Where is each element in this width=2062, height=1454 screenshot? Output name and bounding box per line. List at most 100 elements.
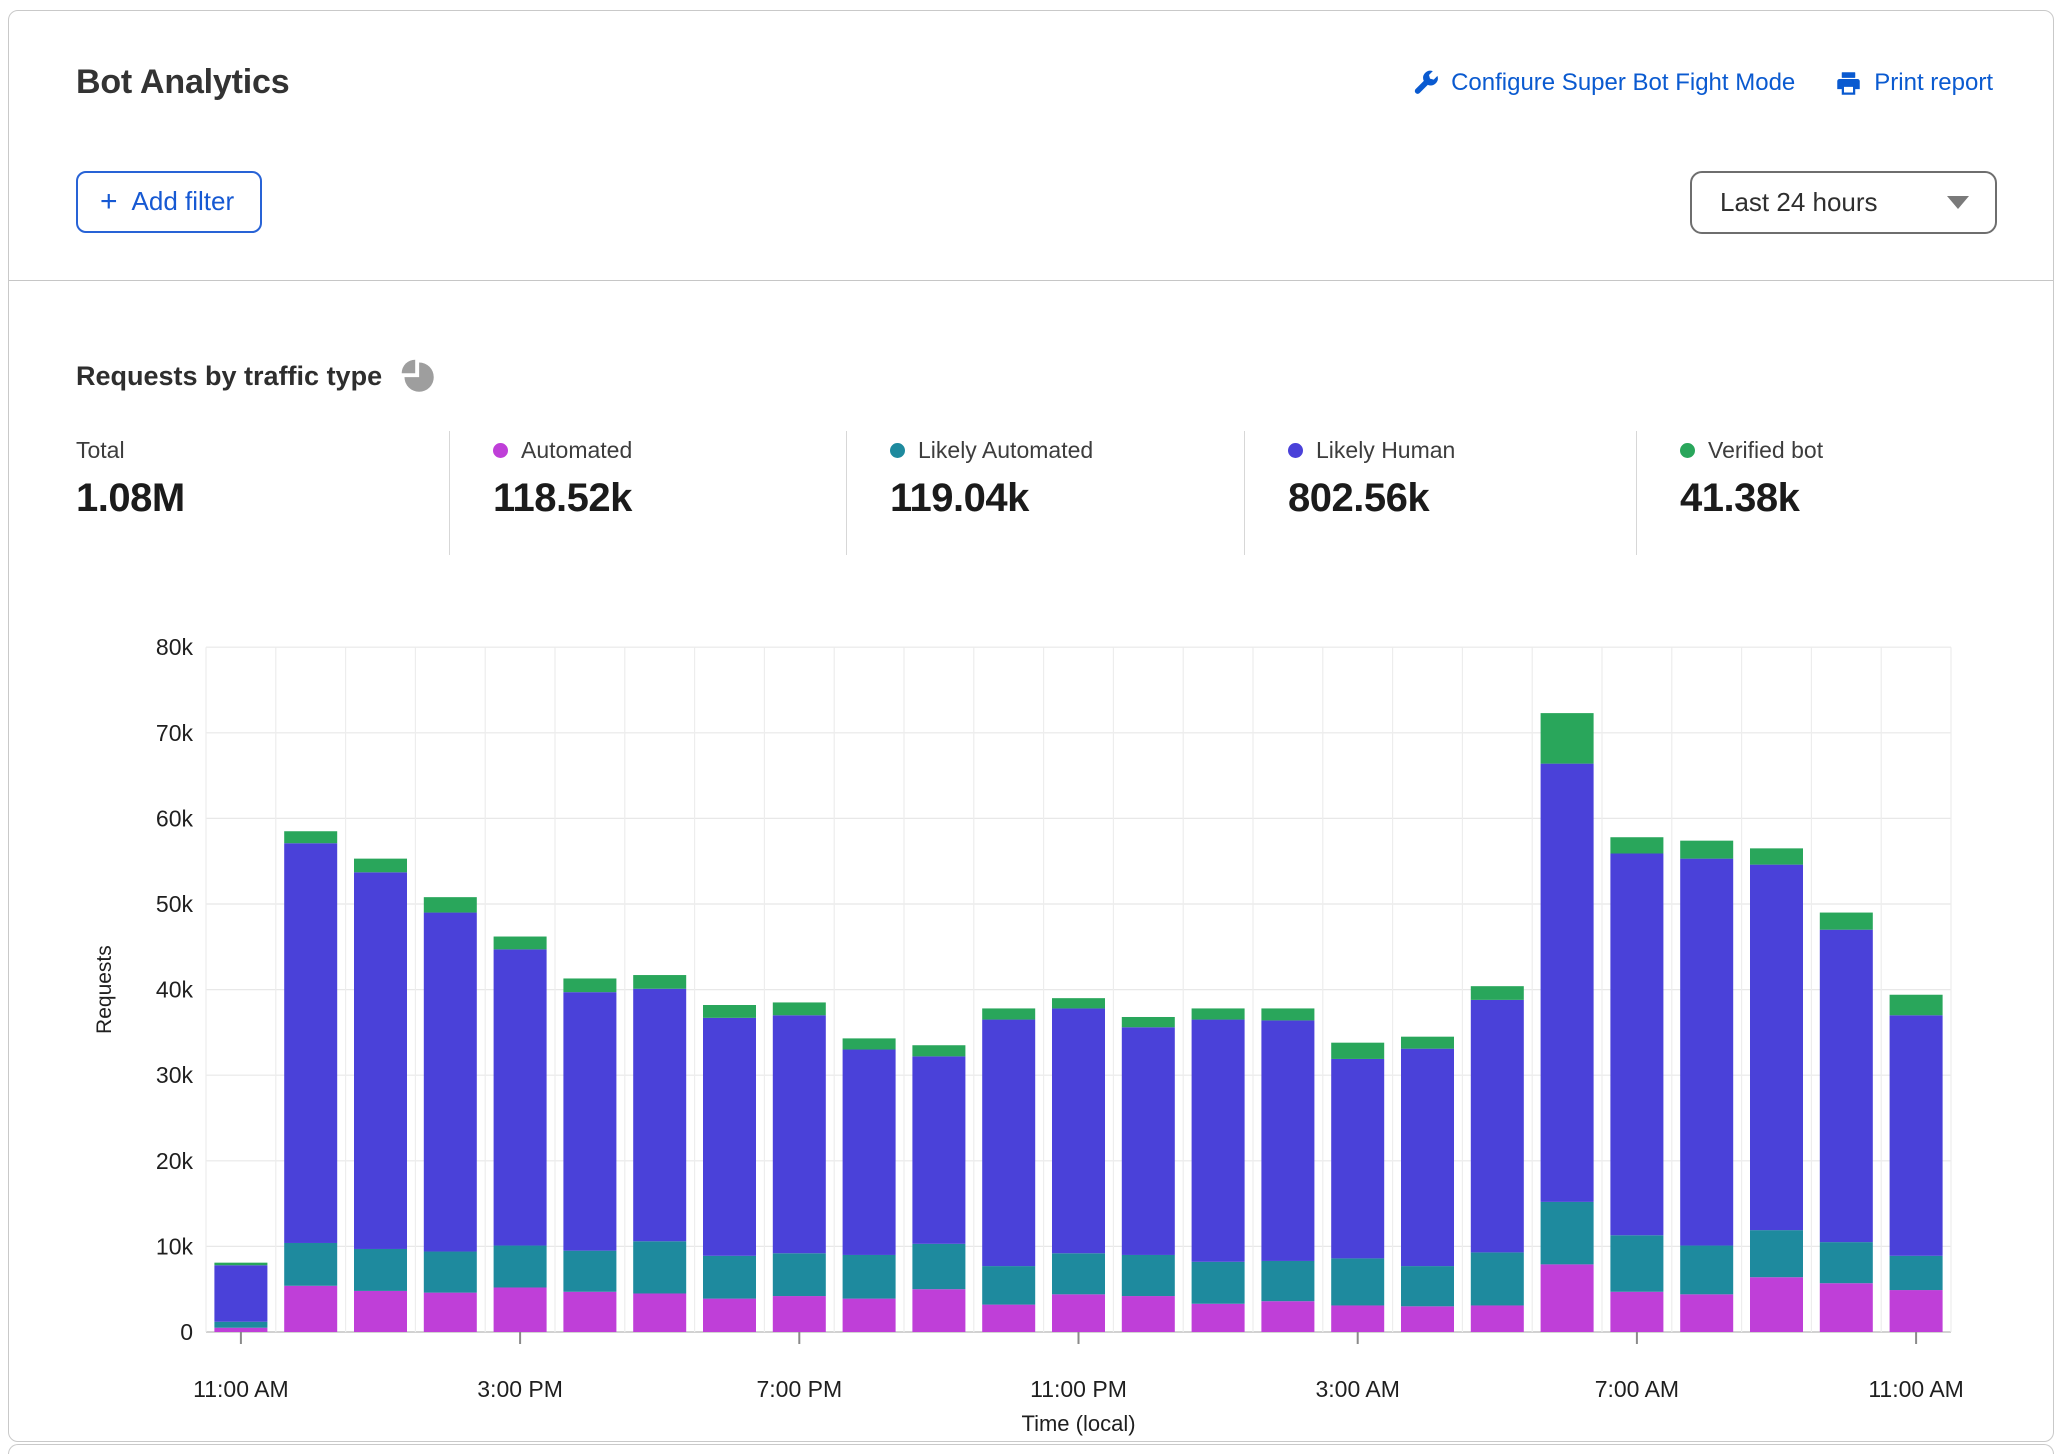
bar-segment-automated[interactable]	[843, 1299, 896, 1332]
bar-segment-automated[interactable]	[1820, 1283, 1873, 1332]
bar-segment-verified-bot[interactable]	[354, 859, 407, 873]
bar-segment-automated[interactable]	[494, 1287, 547, 1332]
bar-segment-likely-automated[interactable]	[214, 1322, 267, 1328]
bar-segment-likely-automated[interactable]	[1122, 1255, 1175, 1296]
bar-segment-likely-automated[interactable]	[1610, 1235, 1663, 1291]
bar-segment-likely-human[interactable]	[1680, 859, 1733, 1246]
bar-segment-likely-human[interactable]	[424, 913, 477, 1252]
bar-segment-automated[interactable]	[703, 1299, 756, 1332]
bar-segment-verified-bot[interactable]	[284, 831, 337, 843]
bar-segment-likely-automated[interactable]	[1052, 1253, 1105, 1294]
bar-segment-likely-human[interactable]	[284, 843, 337, 1243]
bar-segment-likely-human[interactable]	[1610, 853, 1663, 1235]
bar-segment-verified-bot[interactable]	[1331, 1043, 1384, 1059]
bar-segment-likely-automated[interactable]	[912, 1244, 965, 1289]
bar-segment-verified-bot[interactable]	[1261, 1008, 1314, 1020]
bar-segment-likely-human[interactable]	[1261, 1020, 1314, 1261]
bar-segment-automated[interactable]	[1052, 1294, 1105, 1332]
bar-segment-likely-automated[interactable]	[1541, 1202, 1594, 1264]
bar-segment-likely-automated[interactable]	[1401, 1266, 1454, 1306]
configure-super-bot-fight-mode-link[interactable]: Configure Super Bot Fight Mode	[1412, 69, 1795, 97]
bar-segment-verified-bot[interactable]	[703, 1005, 756, 1018]
bar-segment-likely-automated[interactable]	[284, 1243, 337, 1286]
bar-segment-automated[interactable]	[1541, 1264, 1594, 1332]
bar-segment-verified-bot[interactable]	[424, 897, 477, 912]
bar-segment-verified-bot[interactable]	[1820, 913, 1873, 930]
add-filter-button[interactable]: + Add filter	[76, 171, 262, 233]
bar-segment-likely-human[interactable]	[1122, 1027, 1175, 1255]
bar-segment-verified-bot[interactable]	[982, 1008, 1035, 1019]
bar-segment-verified-bot[interactable]	[1890, 995, 1943, 1016]
bar-segment-likely-automated[interactable]	[1192, 1262, 1245, 1304]
bar-segment-likely-automated[interactable]	[633, 1241, 686, 1293]
bar-segment-likely-automated[interactable]	[703, 1256, 756, 1299]
bar-segment-verified-bot[interactable]	[1192, 1008, 1245, 1019]
bar-segment-likely-human[interactable]	[633, 989, 686, 1242]
bar-segment-likely-human[interactable]	[1471, 1000, 1524, 1253]
bar-segment-likely-human[interactable]	[1750, 865, 1803, 1231]
bar-segment-likely-human[interactable]	[354, 872, 407, 1249]
bar-segment-likely-automated[interactable]	[1261, 1261, 1314, 1301]
bar-segment-verified-bot[interactable]	[214, 1263, 267, 1266]
bar-segment-verified-bot[interactable]	[1541, 713, 1594, 764]
bar-segment-automated[interactable]	[773, 1296, 826, 1332]
bar-segment-verified-bot[interactable]	[912, 1045, 965, 1056]
bar-segment-likely-human[interactable]	[1401, 1049, 1454, 1266]
bar-segment-likely-automated[interactable]	[424, 1252, 477, 1293]
bar-segment-likely-human[interactable]	[1192, 1020, 1245, 1262]
bar-segment-likely-human[interactable]	[912, 1056, 965, 1243]
bar-segment-automated[interactable]	[982, 1305, 1035, 1332]
bar-segment-automated[interactable]	[1890, 1290, 1943, 1332]
bar-segment-likely-human[interactable]	[1820, 930, 1873, 1242]
bar-segment-automated[interactable]	[912, 1289, 965, 1332]
bar-segment-automated[interactable]	[563, 1292, 616, 1332]
bar-segment-likely-human[interactable]	[494, 949, 547, 1245]
bar-segment-verified-bot[interactable]	[1610, 837, 1663, 853]
bar-segment-verified-bot[interactable]	[843, 1038, 896, 1049]
bar-segment-likely-automated[interactable]	[1820, 1242, 1873, 1283]
bar-segment-automated[interactable]	[633, 1293, 686, 1332]
bar-segment-automated[interactable]	[424, 1293, 477, 1332]
bar-segment-verified-bot[interactable]	[1052, 998, 1105, 1008]
bar-segment-verified-bot[interactable]	[563, 978, 616, 992]
bar-segment-automated[interactable]	[1401, 1306, 1454, 1332]
bar-segment-likely-automated[interactable]	[1890, 1256, 1943, 1290]
bar-segment-likely-human[interactable]	[563, 992, 616, 1251]
bar-segment-verified-bot[interactable]	[1122, 1017, 1175, 1027]
bar-segment-likely-automated[interactable]	[773, 1253, 826, 1296]
bar-segment-verified-bot[interactable]	[633, 975, 686, 989]
bar-segment-automated[interactable]	[1471, 1305, 1524, 1332]
bar-segment-likely-human[interactable]	[982, 1020, 1035, 1267]
bar-segment-likely-automated[interactable]	[982, 1266, 1035, 1305]
bar-segment-automated[interactable]	[214, 1328, 267, 1332]
bar-segment-automated[interactable]	[1680, 1294, 1733, 1332]
bar-segment-verified-bot[interactable]	[1471, 986, 1524, 1000]
bar-segment-likely-automated[interactable]	[1750, 1230, 1803, 1277]
bar-segment-verified-bot[interactable]	[773, 1002, 826, 1015]
bar-segment-likely-automated[interactable]	[1471, 1252, 1524, 1305]
bar-segment-automated[interactable]	[1750, 1277, 1803, 1332]
bar-segment-likely-automated[interactable]	[354, 1249, 407, 1291]
bar-segment-likely-human[interactable]	[773, 1015, 826, 1253]
bar-segment-automated[interactable]	[1610, 1292, 1663, 1332]
time-range-dropdown[interactable]: Last 24 hours	[1690, 171, 1997, 234]
bar-segment-automated[interactable]	[284, 1286, 337, 1332]
bar-segment-likely-human[interactable]	[214, 1265, 267, 1321]
bar-segment-automated[interactable]	[1331, 1305, 1384, 1332]
bar-segment-automated[interactable]	[1261, 1301, 1314, 1332]
bar-segment-verified-bot[interactable]	[1401, 1037, 1454, 1049]
bar-segment-likely-automated[interactable]	[563, 1251, 616, 1292]
print-report-link[interactable]: Print report	[1835, 69, 1993, 97]
bar-segment-likely-human[interactable]	[1052, 1008, 1105, 1253]
bar-segment-likely-automated[interactable]	[1680, 1246, 1733, 1295]
bar-segment-automated[interactable]	[354, 1291, 407, 1332]
bar-segment-likely-human[interactable]	[843, 1050, 896, 1255]
bar-segment-likely-human[interactable]	[1541, 764, 1594, 1202]
bar-segment-likely-automated[interactable]	[494, 1246, 547, 1288]
bar-segment-likely-automated[interactable]	[1331, 1258, 1384, 1305]
bar-segment-likely-human[interactable]	[703, 1018, 756, 1256]
bar-segment-verified-bot[interactable]	[1680, 841, 1733, 859]
bar-segment-verified-bot[interactable]	[494, 937, 547, 950]
bar-segment-likely-human[interactable]	[1890, 1015, 1943, 1256]
bar-segment-likely-automated[interactable]	[843, 1255, 896, 1299]
